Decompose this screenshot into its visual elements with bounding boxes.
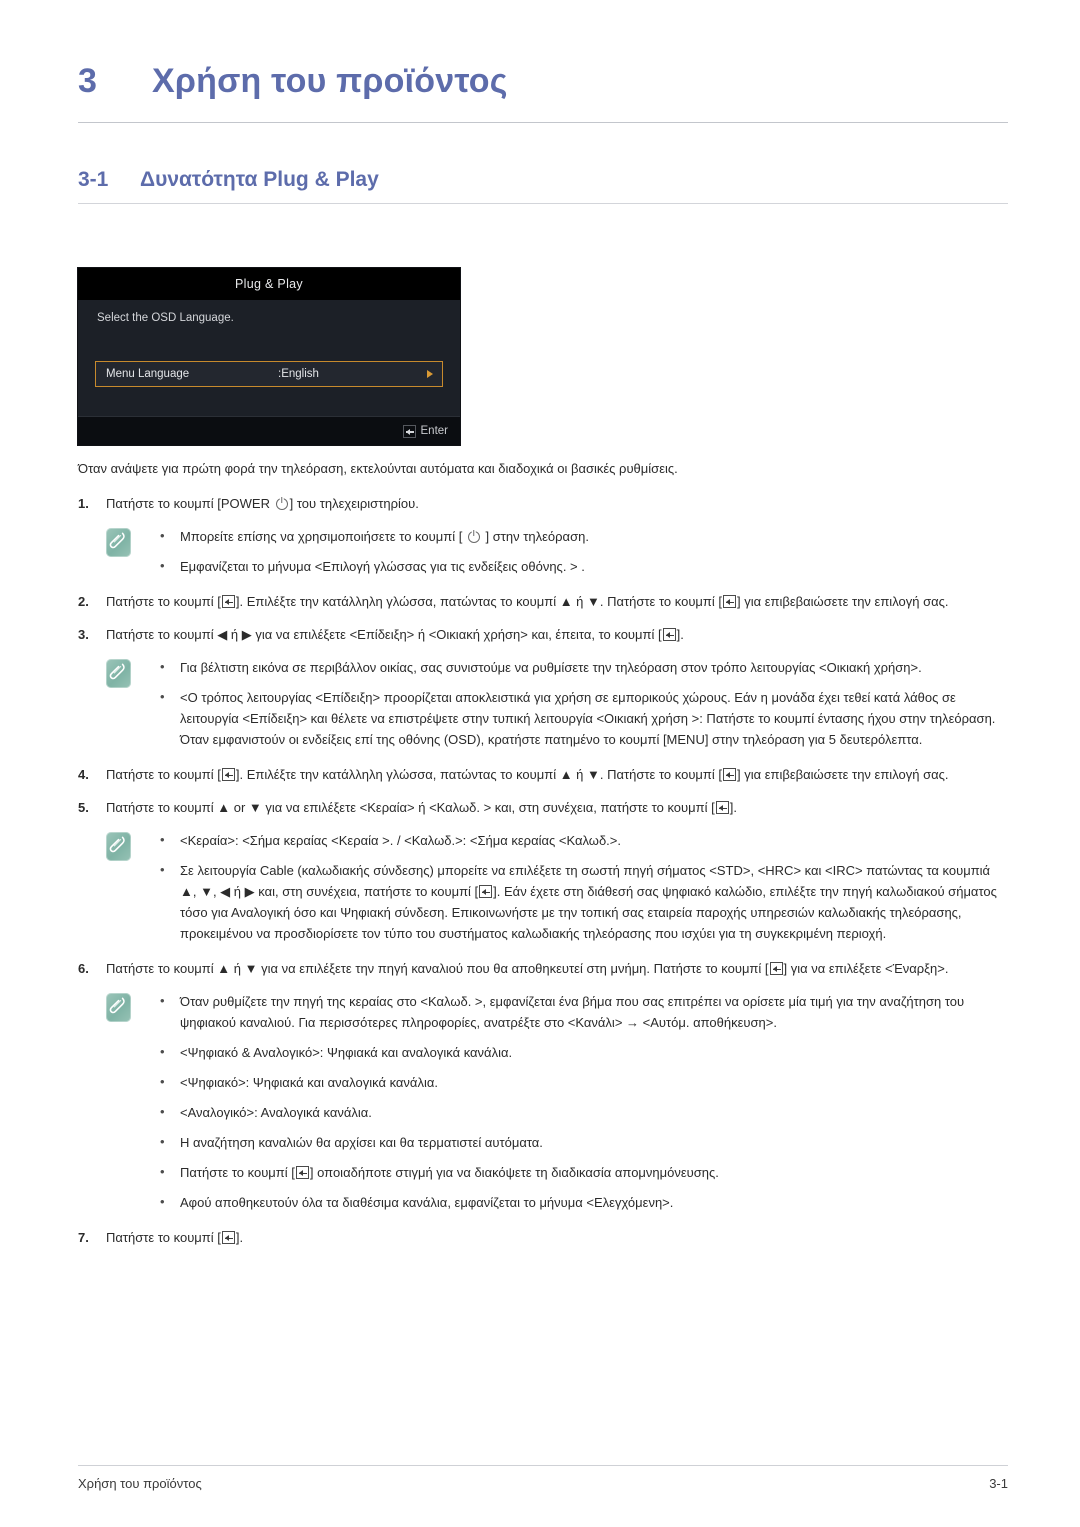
note-callout: Μπορείτε επίσης να χρησιμοποιήσετε το κο… [106, 525, 1008, 577]
step-text: Πατήστε το κουμπί []. [106, 1230, 244, 1245]
step-number: 6. [78, 961, 89, 976]
chapter-number: 3 [78, 62, 98, 100]
osd-menu-language-label: Menu Language [106, 368, 190, 380]
note-bullet-list: Μπορείτε επίσης να χρησιμοποιήσετε το κο… [154, 525, 1008, 577]
numbered-step: 4. Πατήστε το κουμπί []. Επιλέξτε την κατ… [78, 764, 1008, 785]
enter-key-icon [662, 628, 676, 641]
footer-page-number: 3-1 [989, 1476, 1008, 1491]
note-bullet-item: Πατήστε το κουμπί [] οποιαδήποτε στιγμή … [154, 1161, 1008, 1183]
section-title: Δυνατότητα Plug & Play [140, 168, 379, 191]
numbered-step: 1. Πατήστε το κουμπί [POWER ] του τηλεχει… [78, 493, 1008, 514]
enter-key-icon [402, 424, 416, 438]
note-bullet-item: Όταν ρυθμίζετε την πηγή της κεραίας στο … [154, 990, 1008, 1033]
note-bullet-list: <Κεραία>: <Σήμα κεραίας <Κεραία >. / <Κα… [154, 829, 1008, 944]
enter-key-icon [769, 962, 783, 975]
note-icon-cell [106, 526, 154, 577]
numbered-step: 3. Πατήστε το κουμπί ◀ ή ▶ για να επιλέξε… [78, 624, 1008, 645]
body-content: Όταν ανάψετε για πρώτη φορά την τηλεόρασ… [78, 458, 1008, 1260]
step-text: Πατήστε το κουμπί ▲ or ▼ για να επιλέξετ… [106, 800, 737, 815]
power-icon [275, 498, 288, 510]
step-text: Πατήστε το κουμπί ▲ ή ▼ για να επιλέξετε… [106, 961, 949, 976]
section-divider [78, 203, 1008, 204]
step-text: Πατήστε το κουμπί []. Επιλέξτε την κατάλ… [106, 767, 949, 782]
note-pencil-icon [106, 528, 131, 557]
note-bullet-item: <Κεραία>: <Σήμα κεραίας <Κεραία >. / <Κα… [154, 829, 1008, 851]
enter-key-icon [221, 595, 235, 608]
note-callout: Για βέλτιστη εικόνα σε περιβάλλον οικίας… [106, 656, 1008, 750]
note-icon-cell [106, 830, 154, 944]
note-callout: <Κεραία>: <Σήμα κεραίας <Κεραία >. / <Κα… [106, 829, 1008, 944]
step-text: Πατήστε το κουμπί []. Επιλέξτε την κατάλ… [106, 594, 949, 609]
step-number: 7. [78, 1230, 89, 1245]
step-number: 1. [78, 496, 89, 511]
enter-key-icon [479, 885, 493, 898]
note-bullet-item: <Ψηφιακό>: Ψηφιακά και αναλογικά κανάλια… [154, 1071, 1008, 1093]
section-number: 3-1 [78, 168, 109, 191]
note-callout: Όταν ρυθμίζετε την πηγή της κεραίας στο … [106, 990, 1008, 1213]
note-bullet-list: Όταν ρυθμίζετε την πηγή της κεραίας στο … [154, 990, 1008, 1213]
note-bullet-item: Η αναζήτηση καναλιών θα αρχίσει και θα τ… [154, 1131, 1008, 1153]
numbered-step: 5. Πατήστε το κουμπί ▲ or ▼ για να επιλέξ… [78, 797, 1008, 818]
osd-menu-language-value: :English [278, 368, 319, 380]
note-bullet-item: Εμφανίζεται το μήνυμα <Επιλογή γλώσσας γ… [154, 555, 1008, 577]
triangle-right-icon [427, 370, 433, 378]
note-pencil-icon [106, 993, 131, 1022]
osd-menu-language-row: Menu Language :English [95, 361, 443, 387]
note-icon-cell [106, 991, 154, 1213]
note-bullet-item: Μπορείτε επίσης να χρησιμοποιήσετε το κο… [154, 525, 1008, 547]
enter-key-icon [723, 595, 736, 608]
enter-key-icon [715, 801, 729, 814]
chapter-heading: 3 Χρήση του προϊόντος [78, 62, 1008, 101]
note-bullet-item: <Αναλογικό>: Αναλογικά κανάλια. [154, 1101, 1008, 1123]
osd-enter-label: Enter [420, 425, 449, 437]
numbered-step: 2. Πατήστε το κουμπί []. Επιλέξτε την κατ… [78, 591, 1008, 612]
numbered-step: 6. Πατήστε το κουμπί ▲ ή ▼ για να επιλέξε… [78, 958, 1008, 979]
osd-prompt-text: Select the OSD Language. [97, 312, 234, 324]
document-page: 3 Χρήση του προϊόντος 3-1 Δυνατότητα Plu… [0, 0, 1080, 1527]
step-number: 4. [78, 767, 89, 782]
note-pencil-icon [106, 659, 131, 688]
footer-divider [78, 1465, 1008, 1466]
power-icon [467, 531, 480, 543]
note-bullet-list: Για βέλτιστη εικόνα σε περιβάλλον οικίας… [154, 656, 1008, 750]
step-number: 2. [78, 594, 89, 609]
enter-key-icon [295, 1166, 309, 1179]
note-bullet-item: <Ψηφιακό & Αναλογικό>: Ψηφιακά και αναλο… [154, 1041, 1008, 1063]
footer-chapter-label: Χρήση του προϊόντος [78, 1476, 202, 1491]
step-number: 5. [78, 800, 89, 815]
note-pencil-icon [106, 832, 131, 861]
note-bullet-item: Αφού αποθηκευτούν όλα τα διαθέσιμα κανάλ… [154, 1191, 1008, 1213]
page-footer: Χρήση του προϊόντος 3-1 [78, 1476, 1008, 1491]
osd-enter-hint: Enter [402, 424, 449, 438]
intro-paragraph: Όταν ανάψετε για πρώτη φορά την τηλεόρασ… [78, 461, 678, 476]
step-text: Πατήστε το κουμπί [POWER ] του τηλεχειρι… [106, 496, 419, 511]
section-heading: 3-1 Δυνατότητα Plug & Play [78, 168, 1008, 192]
enter-key-icon [221, 1231, 235, 1244]
note-bullet-item: Για βέλτιστη εικόνα σε περιβάλλον οικίας… [154, 656, 1008, 678]
note-icon-cell [106, 657, 154, 750]
chapter-divider [78, 122, 1008, 123]
osd-title: Plug & Play [235, 277, 303, 291]
note-bullet-item: <Ο τρόπος λειτουργίας <Επίδειξη> προορίζ… [154, 686, 1008, 750]
step-number: 3. [78, 627, 89, 642]
numbered-step: 7. Πατήστε το κουμπί []. [78, 1227, 1008, 1248]
step-text: Πατήστε το κουμπί ◀ ή ▶ για να επιλέξετε… [106, 627, 684, 642]
osd-screenshot-figure: Plug & Play Select the OSD Language. Men… [78, 268, 460, 445]
enter-key-icon [723, 768, 736, 781]
osd-titlebar: Plug & Play [78, 268, 460, 300]
enter-key-icon [221, 768, 235, 781]
chapter-title: Χρήση του προϊόντος [152, 62, 508, 100]
osd-footer-bar: Enter [78, 416, 460, 445]
note-bullet-item: Σε λειτουργία Cable (καλωδιακής σύνδεσης… [154, 859, 1008, 944]
